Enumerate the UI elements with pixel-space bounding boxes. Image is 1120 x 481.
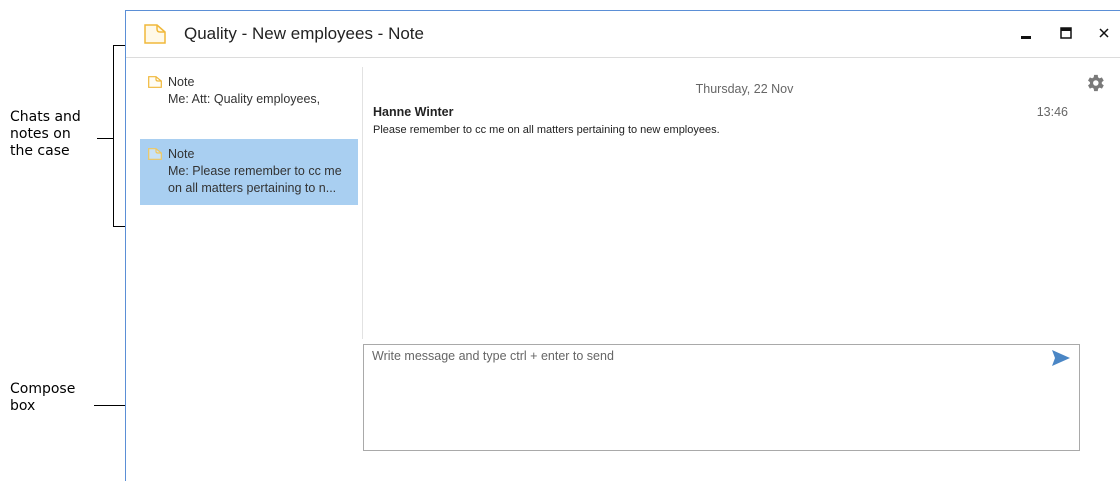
close-button[interactable] (1092, 21, 1116, 45)
gear-icon[interactable] (1084, 72, 1106, 94)
message-input[interactable] (364, 345, 1079, 450)
window-title: Quality - New employees - Note (184, 24, 424, 43)
message-body: Please remember to cc me on all matters … (373, 124, 720, 136)
maximize-button[interactable] (1054, 21, 1078, 45)
maximize-icon (1060, 27, 1072, 39)
list-item-type: Note (168, 75, 195, 89)
list-item-type: Note (168, 147, 195, 161)
note-window: Quality - New employees - Note Note Me: … (125, 10, 1120, 481)
close-icon (1099, 28, 1109, 38)
chats-callout-label: Chats and notes on the case (10, 109, 81, 159)
minimize-button[interactable] (1014, 21, 1038, 45)
list-item-preview: Me: Att: Quality employees, (168, 92, 321, 106)
message-pane: Thursday, 22 Nov Hanne Winter 13:46 Plea… (363, 58, 1120, 343)
send-icon[interactable] (1051, 349, 1071, 367)
minimize-icon (1021, 36, 1031, 39)
title-bar[interactable]: Quality - New employees - Note (126, 11, 1120, 58)
date-separator: Thursday, 22 Nov (695, 82, 794, 96)
compose-box (363, 344, 1080, 451)
chats-bracket-vertical (113, 45, 114, 227)
message-time: 13:46 (1036, 105, 1068, 119)
note-icon (148, 148, 162, 160)
conversation-list: Note Me: Att: Quality employees, Note Me… (126, 58, 362, 481)
list-item[interactable]: Note Me: Please remember to cc me on all… (140, 139, 358, 205)
compose-callout-label: Compose box (10, 381, 76, 414)
note-icon (144, 24, 166, 44)
message-sender: Hanne Winter (373, 105, 454, 119)
note-icon (148, 76, 162, 88)
list-item-preview: Me: Please remember to cc me on all matt… (168, 164, 342, 195)
chats-callout-line (97, 138, 113, 139)
list-item[interactable]: Note Me: Att: Quality employees, (140, 74, 358, 118)
